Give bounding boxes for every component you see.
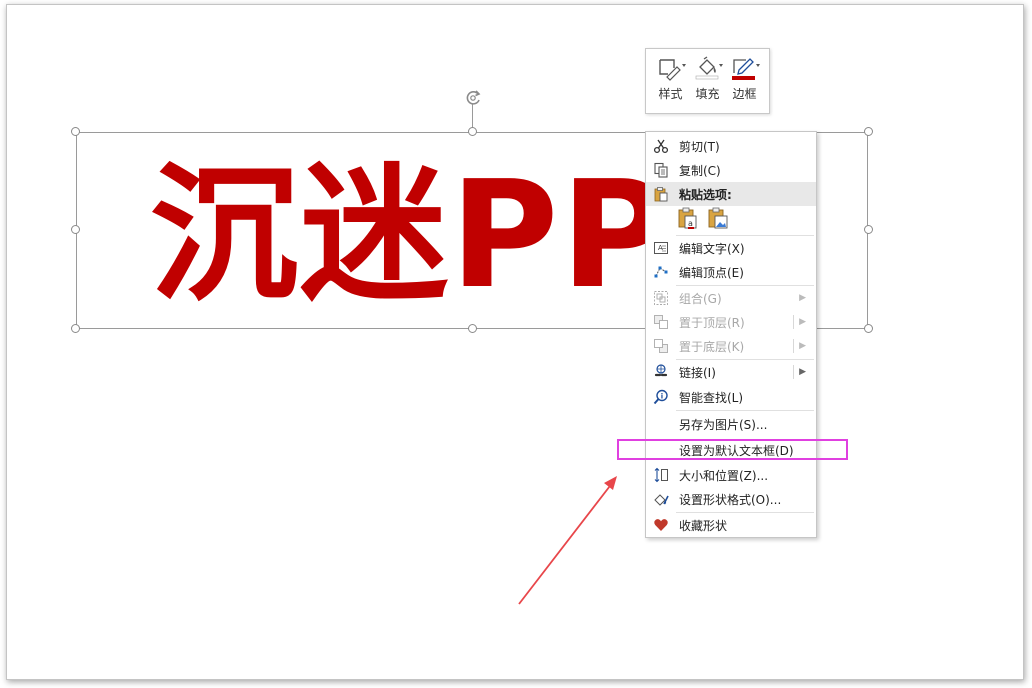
- group-icon: [646, 286, 676, 310]
- submenu-arrow-icon: ▶: [799, 341, 806, 351]
- menu-label: 智能查找(L): [679, 390, 744, 405]
- highlight-box: [617, 439, 848, 460]
- menu-item-cut[interactable]: 剪切(T): [646, 134, 816, 158]
- menu-label: 组合(G): [679, 291, 722, 306]
- menu-label: 置于顶层(R): [679, 315, 745, 330]
- menu-label: 复制(C): [679, 163, 721, 178]
- menu-label: 链接(I): [679, 365, 716, 380]
- svg-text:i: i: [661, 393, 663, 401]
- menu-label: 大小和位置(Z)...: [679, 468, 769, 483]
- border-label: 边框: [732, 87, 757, 101]
- resize-handle-ml[interactable]: [71, 225, 80, 234]
- fill-button[interactable]: 填充: [690, 55, 726, 113]
- menu-item-edit-text[interactable]: A 编辑文字(X): [646, 236, 816, 260]
- paint-bucket-icon: [692, 55, 724, 81]
- edit-points-icon: [646, 260, 676, 284]
- menu-label: 收藏形状: [679, 518, 728, 533]
- resize-handle-bl[interactable]: [71, 324, 80, 333]
- menu-separator: [676, 410, 814, 411]
- menu-label: 置于底层(K): [679, 339, 745, 354]
- size-position-icon: [646, 463, 676, 487]
- paste-icon: [646, 182, 676, 206]
- fill-label: 填充: [695, 87, 720, 101]
- shape-style-button[interactable]: 样式: [653, 55, 689, 113]
- menu-label: 另存为图片(S)...: [679, 417, 768, 432]
- resize-handle-tr[interactable]: [864, 127, 873, 136]
- menu-label: 剪切(T): [679, 139, 720, 154]
- menu-item-format-shape[interactable]: 设置形状格式(O)...: [646, 487, 816, 511]
- resize-handle-br[interactable]: [864, 324, 873, 333]
- resize-handle-bm[interactable]: [468, 324, 477, 333]
- menu-item-favorite-shape[interactable]: 收藏形状: [646, 513, 816, 537]
- menu-item-smart-lookup[interactable]: i 智能查找(L): [646, 385, 816, 409]
- mini-toolbar: 样式 填充 边框: [645, 48, 770, 114]
- menu-label: 设置形状格式(O)...: [679, 492, 782, 507]
- copy-icon: [646, 158, 676, 182]
- split-divider: [793, 365, 794, 379]
- submenu-arrow-icon: ▶: [799, 293, 806, 303]
- slide-canvas: [6, 4, 1024, 680]
- menu-label: 编辑顶点(E): [679, 265, 744, 280]
- shape-style-icon: [655, 55, 687, 81]
- border-button[interactable]: 边框: [727, 55, 763, 113]
- menu-item-edit-points[interactable]: 编辑顶点(E): [646, 260, 816, 284]
- link-icon: [646, 360, 676, 384]
- scissors-icon: [646, 134, 676, 158]
- paste-as-picture-icon[interactable]: [706, 206, 730, 230]
- submenu-arrow-icon: ▶: [799, 367, 806, 377]
- menu-item-paste-options: 粘贴选项:: [646, 182, 816, 206]
- paste-options-row: a: [676, 206, 730, 230]
- menu-label: 粘贴选项:: [679, 187, 732, 202]
- submenu-arrow-icon: ▶: [799, 317, 806, 327]
- context-menu: 剪切(T) 复制(C) 粘贴选项: a A 编辑文字(X) 编辑顶点(E) 组合…: [645, 131, 817, 538]
- style-label: 样式: [658, 87, 683, 101]
- split-divider: [793, 315, 794, 329]
- menu-item-save-as-picture[interactable]: 另存为图片(S)...: [646, 412, 816, 436]
- split-divider: [793, 339, 794, 353]
- paste-keep-text-icon[interactable]: a: [676, 206, 700, 230]
- resize-handle-tl[interactable]: [71, 127, 80, 136]
- resize-handle-tm[interactable]: [468, 127, 477, 136]
- edit-text-icon: A: [646, 236, 676, 260]
- menu-item-link[interactable]: 链接(I) ▶: [646, 360, 816, 384]
- resize-handle-mr[interactable]: [864, 225, 873, 234]
- format-shape-icon: [646, 487, 676, 511]
- bring-front-icon: [646, 310, 676, 334]
- menu-item-group[interactable]: 组合(G) ▶: [646, 286, 816, 310]
- smart-lookup-icon: i: [646, 385, 676, 409]
- heart-icon: [646, 513, 676, 537]
- border-pen-icon: [729, 55, 761, 81]
- menu-item-size-position[interactable]: 大小和位置(Z)...: [646, 463, 816, 487]
- menu-item-bring-to-front[interactable]: 置于顶层(R) ▶: [646, 310, 816, 334]
- svg-text:a: a: [688, 219, 693, 228]
- menu-label: 编辑文字(X): [679, 241, 745, 256]
- rotate-handle-icon[interactable]: [463, 88, 483, 108]
- menu-item-copy[interactable]: 复制(C): [646, 158, 816, 182]
- send-back-icon: [646, 334, 676, 358]
- menu-item-send-to-back[interactable]: 置于底层(K) ▶: [646, 334, 816, 358]
